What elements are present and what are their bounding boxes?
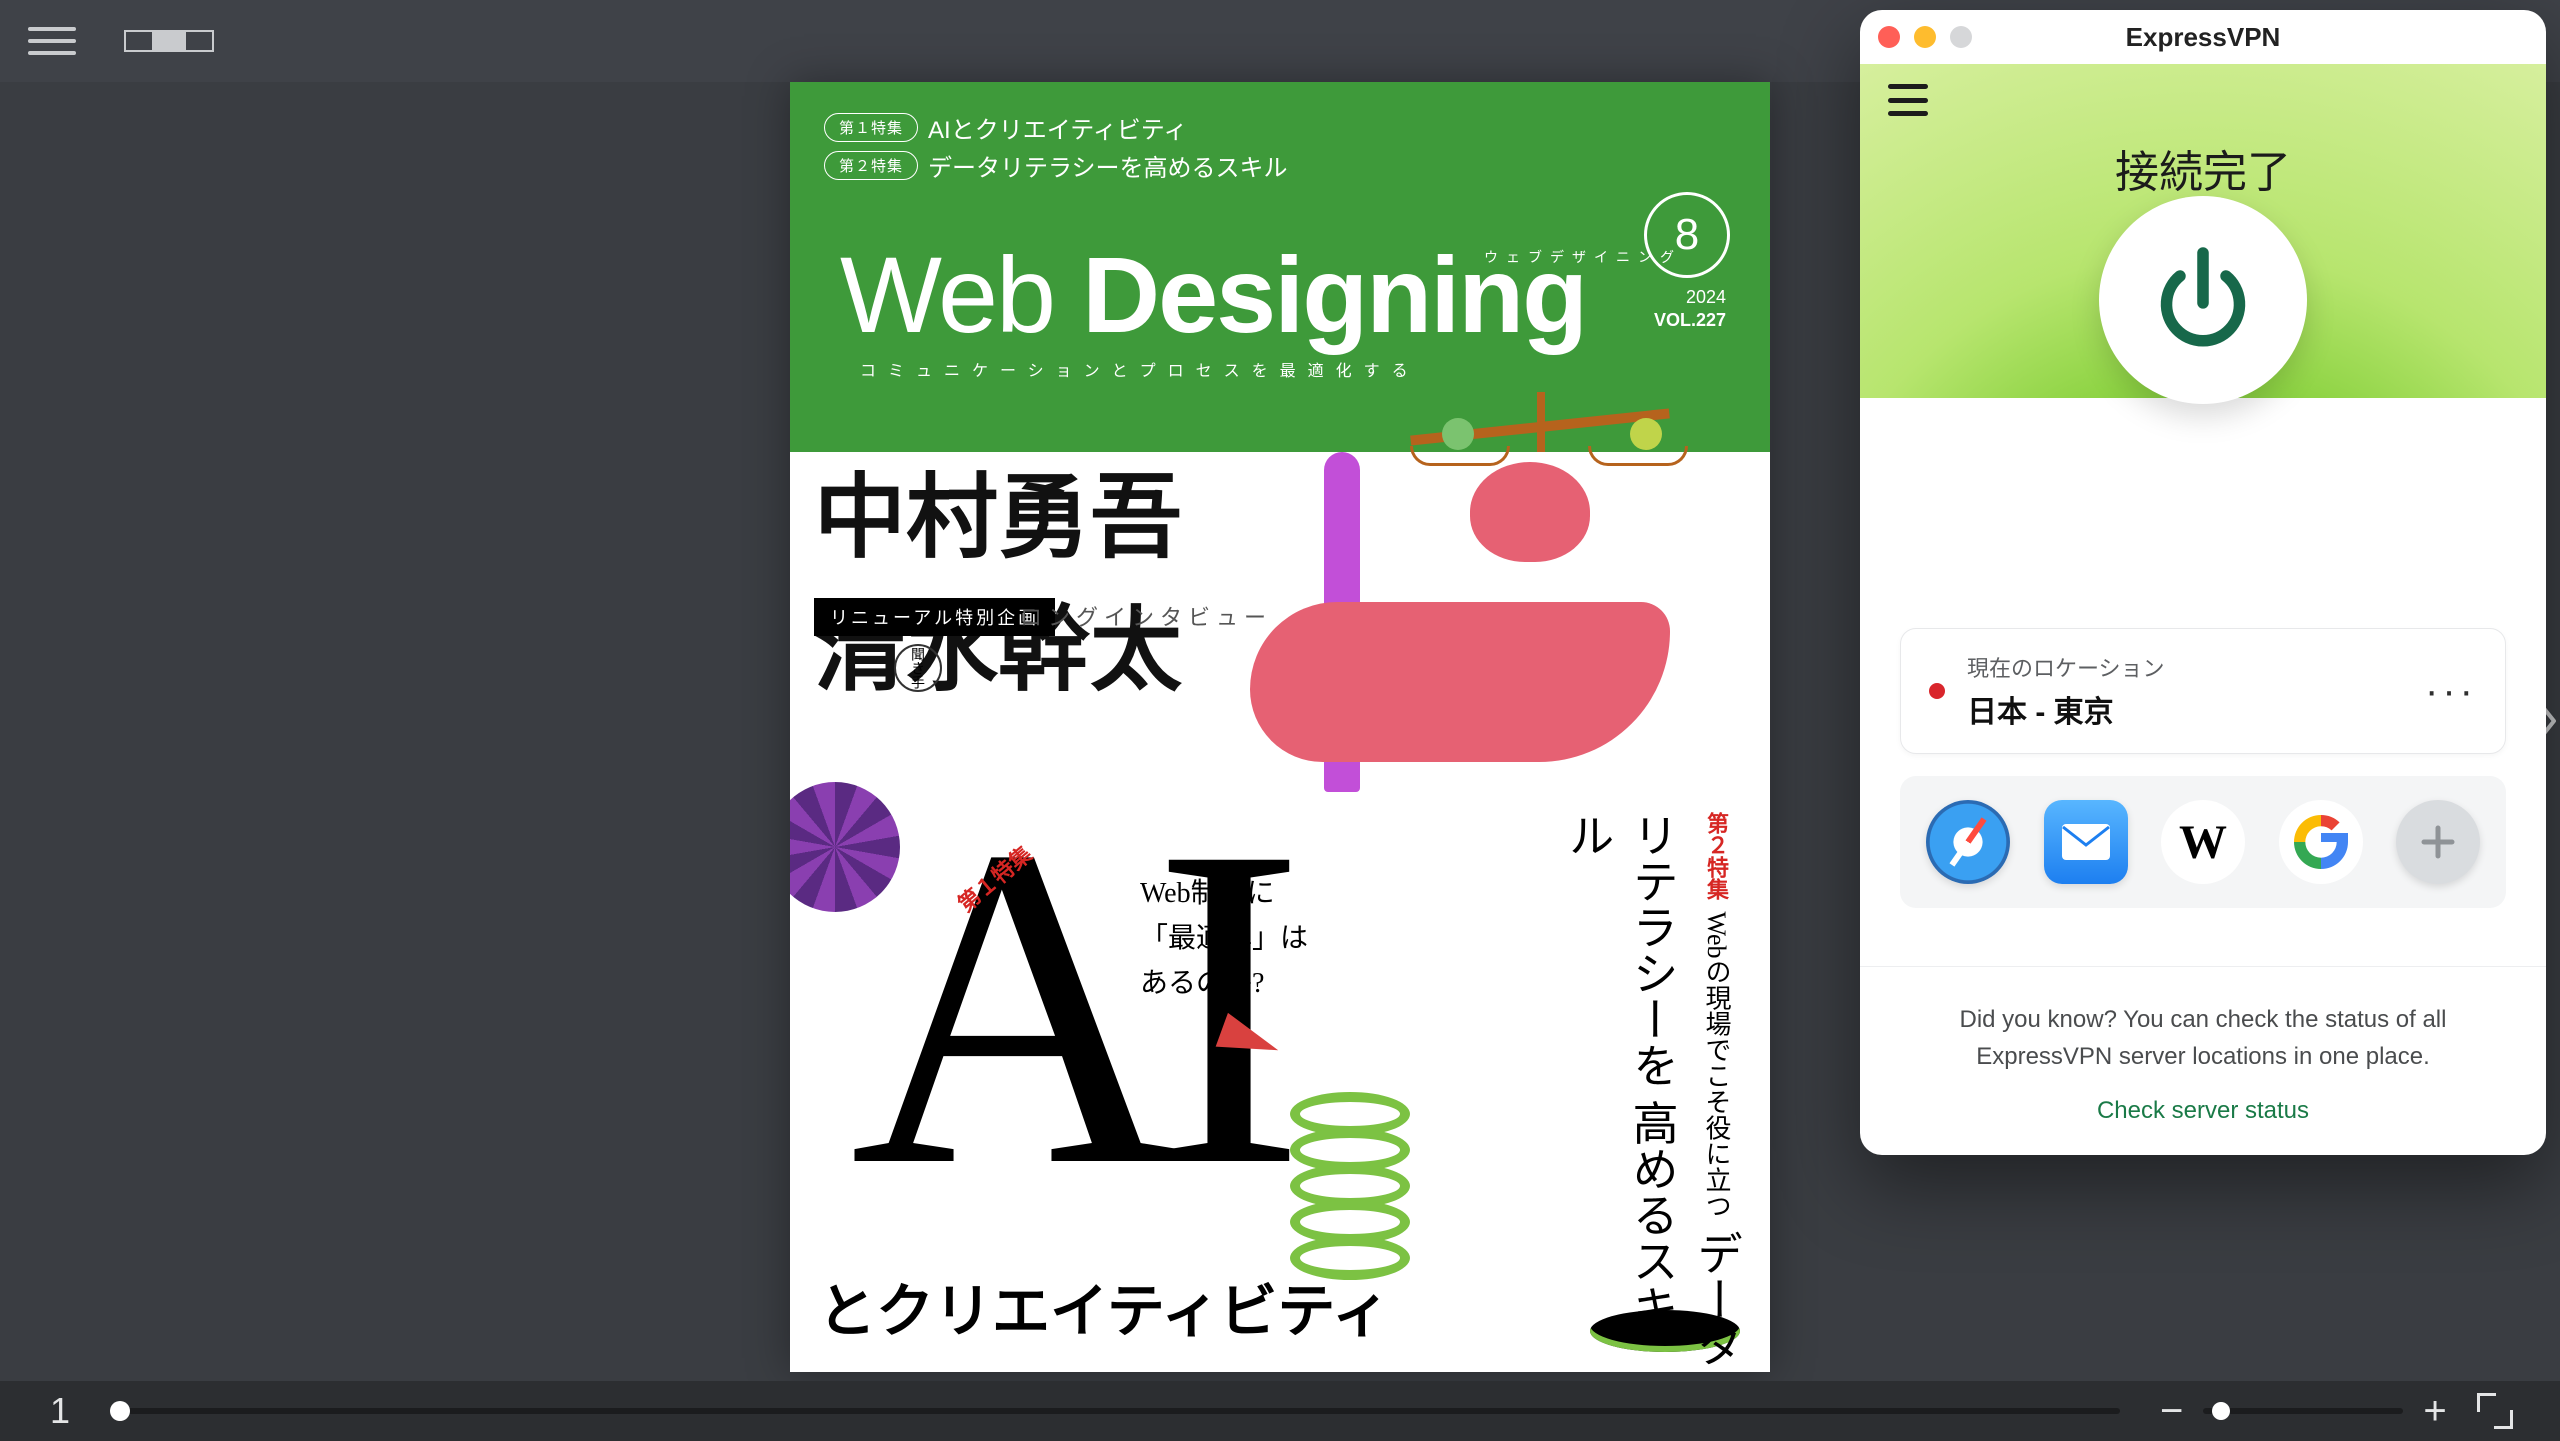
expressvpn-window: ExpressVPN 接続完了 現在のロケーション 日本 - 東京 ··· W: [1860, 10, 2546, 1155]
zoom-out-button[interactable]: −: [2160, 1389, 2183, 1434]
mail-icon: [2061, 823, 2111, 861]
issue-year: 2024: [1654, 286, 1726, 309]
tip-text: Did you know? You can check the status o…: [1900, 1001, 2506, 1075]
cover-header: 第１特集 AIとクリエイティビティ 第２特集 データリテラシーを高めるスキル ウ…: [790, 82, 1770, 452]
zoom-controls: − +: [2160, 1389, 2447, 1434]
feature2-sub-vertical: Webの現場でこそ役に立つ: [1702, 912, 1731, 1219]
google-icon: [2288, 809, 2354, 875]
issue-number: 8: [1644, 192, 1730, 278]
reader-bottombar: 1 − +: [0, 1381, 2560, 1441]
masthead-web: Web: [840, 234, 1082, 355]
feature1-tag: 第１特集: [824, 113, 918, 142]
feature2-tag: 第２特集: [824, 151, 918, 180]
vpn-location-card[interactable]: 現在のロケーション 日本 - 東京 ···: [1900, 628, 2506, 754]
feature2-tag-vertical: 第２特集: [1704, 812, 1729, 900]
masthead: Web Designing: [840, 232, 1586, 357]
page-slider-thumb[interactable]: [110, 1401, 130, 1421]
zoom-slider[interactable]: [2203, 1408, 2403, 1414]
interviewer-label: 聞き手: [894, 644, 942, 692]
check-server-status-link[interactable]: Check server status: [1900, 1097, 2506, 1125]
issue-meta: 2024 VOL.227: [1654, 286, 1726, 333]
vpn-status: 接続完了: [1860, 136, 2546, 200]
vpn-power-button[interactable]: [2099, 196, 2307, 404]
interview-names: 中村勇吾 清水幹太: [814, 468, 1182, 702]
location-flag-dot: [1929, 683, 1945, 699]
current-page-number: 1: [30, 1390, 90, 1432]
name-nakamura: 中村勇吾: [814, 468, 1182, 569]
masthead-subtitle: コミュニケーションとプロセスを最適化する: [860, 357, 1420, 381]
masthead-designing: Designing: [1082, 234, 1586, 355]
power-icon: [2155, 245, 2251, 355]
location-value: 日本 - 東京: [1967, 687, 2165, 731]
location-more-button[interactable]: ···: [2425, 669, 2477, 714]
page-slider[interactable]: [120, 1408, 2120, 1414]
page-layout-toggle[interactable]: [124, 30, 214, 52]
feature2-vertical: 第２特集 Webの現場でこそ役に立つ データリテラシーを 高めるスキル: [1555, 812, 1748, 1372]
zoom-in-button[interactable]: +: [2423, 1389, 2446, 1434]
best-answer-l1: Web制作に: [1140, 872, 1308, 917]
vpn-shortcuts: W: [1900, 776, 2506, 908]
window-titlebar[interactable]: ExpressVPN: [1860, 10, 2546, 64]
best-answer-l3: あるのか?: [1140, 962, 1308, 1007]
magazine-cover: 第１特集 AIとクリエイティビティ 第２特集 データリテラシーを高めるスキル ウ…: [790, 82, 1770, 1372]
zoom-slider-thumb[interactable]: [2212, 1402, 2230, 1420]
window-title: ExpressVPN: [1860, 22, 2546, 53]
shortcut-add-button[interactable]: [2396, 800, 2480, 884]
spring-illustration: [1290, 1092, 1410, 1352]
plus-icon: [2416, 820, 2460, 864]
fullscreen-button[interactable]: [2477, 1393, 2513, 1429]
menu-button[interactable]: [28, 17, 76, 65]
feature2-line: 第２特集 データリテラシーを高めるスキル: [824, 148, 1288, 183]
best-answer-copy: Web制作に 「最適解」は あるのか?: [1140, 872, 1308, 1006]
feature1-text: AIとクリエイティビティ: [928, 110, 1187, 145]
shortcut-safari[interactable]: [1926, 800, 2010, 884]
feature2-text: データリテラシーを高めるスキル: [928, 148, 1288, 183]
shortcut-google[interactable]: [2279, 800, 2363, 884]
best-answer-l2: 「最適解」は: [1140, 917, 1308, 962]
shortcut-mail[interactable]: [2044, 800, 2128, 884]
shortcut-wikipedia[interactable]: W: [2161, 800, 2245, 884]
vpn-menu-button[interactable]: [1888, 84, 1928, 116]
feature1-line: 第１特集 AIとクリエイティビティ: [824, 110, 1187, 145]
vpn-tip: Did you know? You can check the status o…: [1860, 966, 2546, 1155]
issue-volume: VOL.227: [1654, 309, 1726, 332]
renewal-badge: リニューアル特別企画: [814, 598, 1055, 636]
cover-body: 中村勇吾 清水幹太 リニューアル特別企画 ロングインタビュー 聞き手 AI 第１…: [790, 452, 1770, 1372]
location-label: 現在のロケーション: [1967, 651, 2165, 683]
